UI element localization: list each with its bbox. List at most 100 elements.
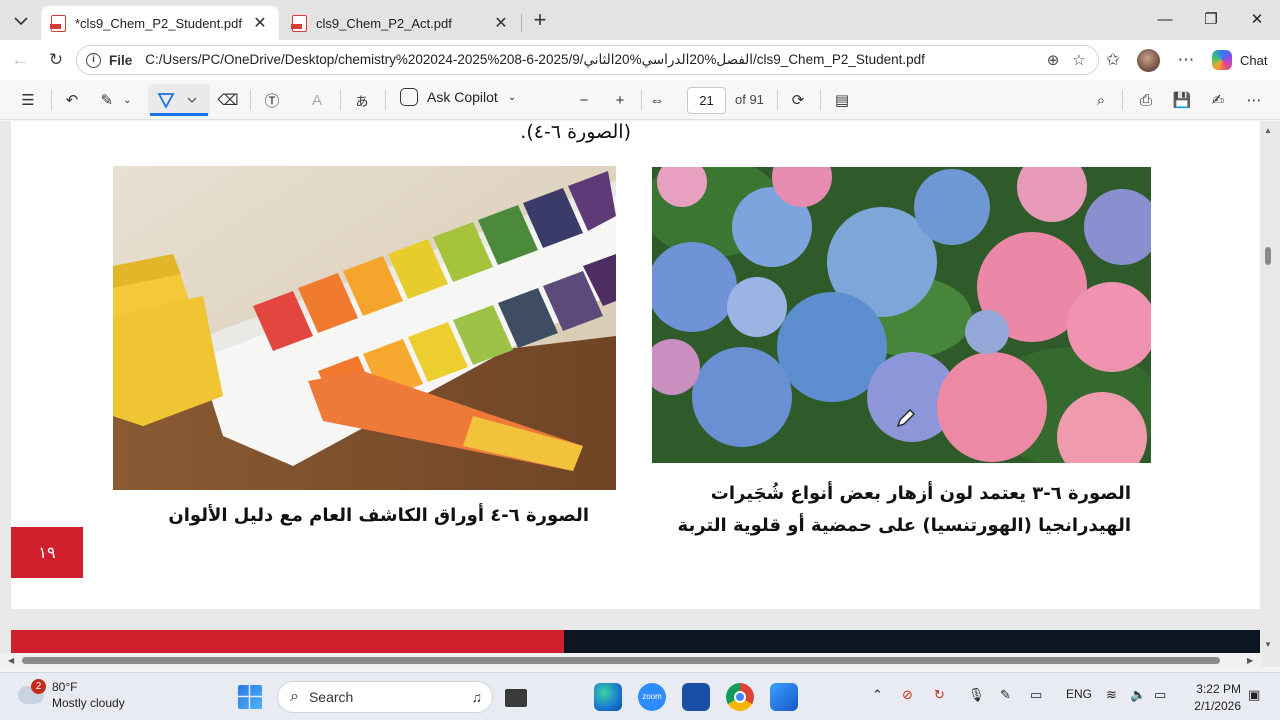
pen-icon[interactable]: ✎ [1000, 687, 1011, 703]
toolbar-separator [51, 90, 52, 110]
clock[interactable]: 3:22 PM 2/1/2026 [1185, 681, 1241, 715]
wifi-icon[interactable]: ≋ [1106, 687, 1117, 703]
security-icon[interactable]: ⊘ [902, 687, 913, 703]
scroll-left-icon[interactable]: ◀ [8, 656, 14, 665]
taskbar: 80°F Mostly cloudy 2 ⌕ Search ♫ zoom ⌃ ⊘… [0, 672, 1280, 720]
chat-label: Chat [1240, 52, 1268, 68]
ph-paper-photo [113, 166, 616, 490]
chat-button[interactable]: Chat [1206, 45, 1274, 75]
chevron-down-icon [14, 16, 28, 25]
pdf-file-icon [50, 14, 66, 32]
edge-icon[interactable] [594, 683, 622, 711]
chevron-up-icon[interactable]: ⌃ [872, 687, 883, 703]
close-icon[interactable]: ✕ [1234, 6, 1280, 34]
volume-icon[interactable]: 🔈 [1130, 687, 1146, 703]
page-view-icon[interactable]: ▤ [830, 88, 854, 112]
battery-icon[interactable]: ▭ [1154, 687, 1166, 703]
caption-ph-paper: الصورة ٦-٤ أوراق الكاشف العام مع دليل ال… [168, 505, 589, 526]
chevron-down-icon: ⌄ [507, 91, 517, 103]
highlight-button[interactable]: ✎ ⌄ [94, 88, 138, 112]
language-indicator[interactable]: ENG [1066, 687, 1092, 701]
info-icon[interactable]: i [86, 52, 101, 68]
clock-date: 2/1/2026 [1194, 699, 1241, 713]
zoom-icon[interactable]: ⊕ [1040, 51, 1066, 69]
address-bar[interactable]: i File C:/Users/PC/OneDrive/Desktop/chem… [76, 45, 1099, 75]
taskbar-search[interactable]: ⌕ Search ♫ [277, 681, 493, 713]
toolbar-separator [1122, 90, 1123, 110]
restore-icon[interactable]: ❐ [1188, 6, 1234, 34]
search-highlight-icon: ♫ [471, 689, 483, 705]
tab-act-pdf[interactable]: cls9_Chem_P2_Act.pdf ✕ [282, 6, 520, 40]
caption-line: الهيدرانجيا (الهورتنسيا) على حمضية أو قل… [677, 515, 1131, 536]
mic-icon[interactable]: 🎙 [968, 687, 985, 703]
page-count: of 91 [735, 92, 764, 107]
vertical-scroll-thumb[interactable] [1265, 247, 1271, 265]
toolbar-separator [250, 90, 251, 110]
tab-actions-menu-button[interactable] [8, 8, 34, 34]
scroll-right-icon[interactable]: ▶ [1247, 656, 1253, 665]
sync-icon[interactable]: ↻ [934, 687, 945, 703]
refresh-icon[interactable]: ↻ [42, 46, 70, 74]
weather-badge: 2 [31, 679, 46, 694]
undo-icon[interactable]: ↶ [60, 88, 84, 112]
favorites-icon[interactable]: ✩ [1099, 46, 1127, 74]
scheme-label: File [109, 52, 133, 68]
minus-icon[interactable]: − [572, 88, 596, 112]
pdf-file-icon [291, 14, 307, 32]
page-number-badge: ١٩ [11, 527, 83, 578]
vertical-scrollbar[interactable] [1262, 121, 1274, 653]
clock-time: 3:22 PM [1196, 682, 1241, 696]
horizontal-scroll-thumb[interactable] [22, 657, 1220, 664]
caption-line: الصورة ٦-٣ يعتمد لون أزهار بعض أنواع شُج… [710, 483, 1131, 504]
url-text[interactable]: C:/Users/PC/OneDrive/Desktop/chemistry%2… [145, 52, 1040, 68]
avatar[interactable] [1137, 49, 1160, 72]
scroll-up-icon[interactable]: ▲ [1264, 126, 1272, 135]
back-icon[interactable]: ← [6, 46, 34, 74]
store-icon[interactable] [770, 683, 798, 711]
search-icon[interactable]: ⌕ [1089, 88, 1113, 112]
page-number-input[interactable]: 21 [687, 87, 726, 114]
copilot-icon [1212, 50, 1232, 70]
text-box-icon[interactable]: Ⓣ [260, 88, 284, 112]
tab-student-pdf[interactable]: *cls9_Chem_P2_Student.pdf ✕ [41, 6, 279, 40]
eraser-icon[interactable]: ⌫ [216, 88, 240, 112]
pdf-page: (الصورة ٦-٤). الصورة ٦-٣ يعتمد لون أزهار… [11, 121, 1260, 609]
read-aloud-icon[interactable]: A [305, 88, 329, 112]
toolbar-separator [385, 90, 386, 110]
tab-title: *cls9_Chem_P2_Student.pdf [75, 15, 242, 31]
next-page-band-dark [564, 630, 1260, 653]
plus-icon[interactable]: + [527, 8, 553, 34]
scroll-down-icon[interactable]: ▼ [1264, 640, 1272, 649]
minimize-icon[interactable]: — [1142, 6, 1188, 34]
contents-icon[interactable]: ☰ [16, 88, 40, 112]
print-icon[interactable]: ⎙ [1134, 88, 1158, 112]
close-icon[interactable]: ✕ [251, 13, 269, 33]
toolbar-separator [340, 90, 341, 110]
more-icon[interactable]: ⋯ [1172, 46, 1200, 74]
ask-copilot-button[interactable]: Ask Copilot ⌄ [400, 88, 516, 106]
mail-icon[interactable] [682, 683, 710, 711]
windows-start-icon[interactable] [238, 685, 262, 709]
rotate-icon[interactable]: ⟳ [786, 88, 810, 112]
plus-icon[interactable]: + [608, 88, 632, 112]
copilot-icon [400, 88, 418, 106]
notification-icon[interactable]: ▣ [1248, 687, 1260, 703]
translate-icon[interactable]: あ [350, 88, 374, 112]
fit-width-icon[interactable]: ⇔ [645, 88, 669, 112]
keyboard-icon[interactable]: ▭ [1030, 687, 1042, 703]
save-icon[interactable]: 💾 [1170, 88, 1194, 112]
address-row: ← ↻ i File C:/Users/PC/OneDrive/Desktop/… [0, 40, 1280, 80]
next-page-band-red [11, 630, 564, 653]
task-view-icon[interactable] [505, 689, 527, 707]
save-as-icon[interactable]: ✍ [1206, 88, 1230, 112]
toolbar-separator [820, 90, 821, 110]
zoom-app-icon[interactable]: zoom [638, 683, 666, 711]
pdf-viewer[interactable]: (الصورة ٦-٤). الصورة ٦-٣ يعتمد لون أزهار… [0, 121, 1280, 667]
star-icon[interactable]: ☆ [1066, 51, 1092, 69]
close-icon[interactable]: ✕ [492, 13, 510, 33]
more-icon[interactable]: ⋯ [1242, 88, 1266, 112]
highlight-icon: ✎ [100, 92, 114, 109]
chrome-icon[interactable] [726, 683, 754, 711]
weather-desc: Mostly cloudy [52, 696, 125, 710]
draw-button[interactable] [148, 84, 210, 116]
